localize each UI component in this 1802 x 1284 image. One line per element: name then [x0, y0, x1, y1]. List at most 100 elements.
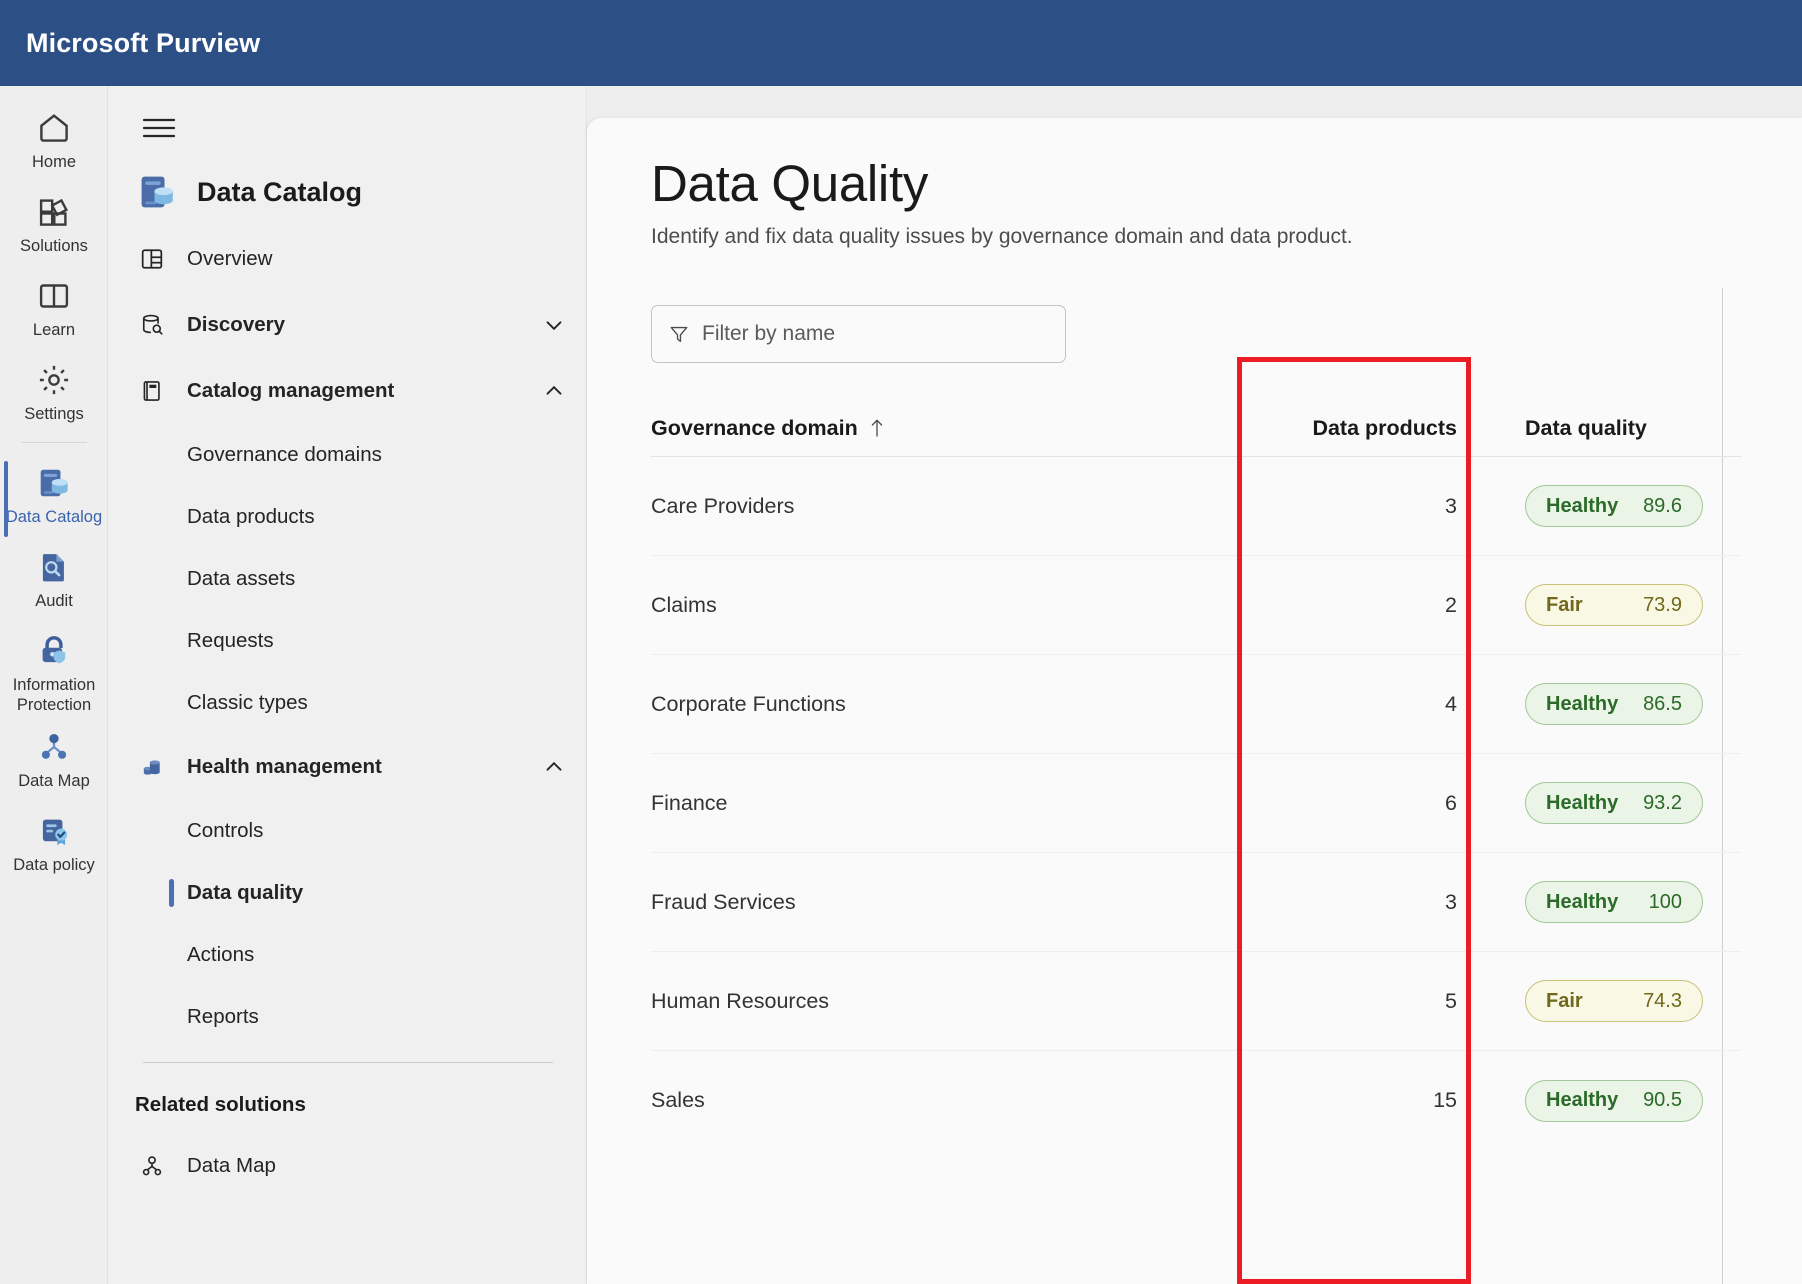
nav-label-overview: Overview: [187, 247, 272, 271]
nav-section-divider: [143, 1062, 553, 1063]
nav-header-label: Data Catalog: [197, 177, 362, 208]
table-row[interactable]: Claims 2 Fair 73.9: [651, 556, 1741, 655]
health-management-icon: [135, 753, 169, 781]
table-row[interactable]: Finance 6 Healthy 93.2: [651, 754, 1741, 853]
nav-item-list: Overview Discovery: [109, 226, 587, 1199]
chevron-down-icon[interactable]: [541, 312, 567, 338]
table-row[interactable]: Care Providers 3 Healthy 89.6: [651, 457, 1741, 556]
app-root: Microsoft Purview Home Solutions: [0, 0, 1802, 1284]
status-badge-score: 86.5: [1643, 693, 1682, 716]
rail-item-data-catalog[interactable]: Data Catalog: [0, 451, 108, 535]
nav-label-governance-domains: Governance domains: [187, 443, 382, 467]
nav-item-data-quality[interactable]: Data quality: [109, 862, 587, 924]
cell-data-quality: Healthy 90.5: [1491, 1080, 1741, 1122]
filter-placeholder: Filter by name: [702, 322, 835, 346]
nav-item-related-data-map[interactable]: Data Map: [109, 1133, 587, 1199]
cell-governance-domain: Fraud Services: [651, 890, 1171, 915]
status-badge[interactable]: Healthy 100: [1525, 881, 1703, 923]
table-row[interactable]: Fraud Services 3 Healthy 100: [651, 853, 1741, 952]
status-badge-score: 89.6: [1643, 495, 1682, 518]
rail-label-audit: Audit: [35, 591, 73, 611]
status-badge[interactable]: Fair 73.9: [1525, 584, 1703, 626]
nav-item-health-management[interactable]: Health management: [109, 734, 587, 800]
nav-item-reports[interactable]: Reports: [109, 986, 587, 1048]
status-badge-label: Fair: [1546, 594, 1583, 617]
nav-label-data-assets: Data assets: [187, 567, 295, 591]
learn-book-icon: [36, 276, 72, 316]
data-catalog-icon: [135, 170, 179, 214]
nav-item-controls[interactable]: Controls: [109, 800, 587, 862]
table-row[interactable]: Corporate Functions 4 Healthy 86.5: [651, 655, 1741, 754]
rail-label-home: Home: [32, 152, 76, 172]
nav-label-controls: Controls: [187, 819, 263, 843]
data-map-outline-icon: [135, 1153, 169, 1179]
status-badge-label: Healthy: [1546, 693, 1618, 716]
cell-data-products: 6: [1171, 791, 1491, 816]
column-header-data-products[interactable]: Data products: [1171, 416, 1491, 441]
rail-item-solutions[interactable]: Solutions: [0, 180, 108, 264]
cell-data-quality: Healthy 100: [1491, 881, 1741, 923]
nav-item-actions[interactable]: Actions: [109, 924, 587, 986]
rail-item-home[interactable]: Home: [0, 96, 108, 180]
chevron-up-icon[interactable]: [541, 754, 567, 780]
cell-data-quality: Fair 74.3: [1491, 980, 1741, 1022]
information-protection-icon: [36, 631, 72, 671]
status-badge-label: Healthy: [1546, 495, 1618, 518]
cell-governance-domain: Claims: [651, 593, 1171, 618]
cell-data-quality: Healthy 89.6: [1491, 485, 1741, 527]
chevron-up-icon[interactable]: [541, 378, 567, 404]
data-catalog-icon: [35, 463, 73, 503]
rail-item-learn[interactable]: Learn: [0, 264, 108, 348]
nav-item-requests[interactable]: Requests: [109, 610, 587, 672]
rail-label-data-policy: Data policy: [13, 855, 95, 875]
data-policy-icon: [36, 811, 72, 851]
cell-data-products: 2: [1171, 593, 1491, 618]
nav-label-related-data-map: Data Map: [187, 1154, 276, 1178]
audit-icon: [36, 547, 72, 587]
rail-label-solutions: Solutions: [20, 236, 88, 256]
left-icon-rail: Home Solutions Learn: [0, 86, 108, 1284]
rail-selection-indicator: [4, 461, 8, 537]
rail-item-information-protection[interactable]: Information Protection: [0, 619, 108, 715]
nav-item-catalog-management[interactable]: Catalog management: [109, 358, 587, 424]
nav-label-data-products: Data products: [187, 505, 315, 529]
rail-item-audit[interactable]: Audit: [0, 535, 108, 619]
rail-item-settings[interactable]: Settings: [0, 348, 108, 432]
status-badge[interactable]: Healthy 86.5: [1525, 683, 1703, 725]
status-badge-score: 90.5: [1643, 1089, 1682, 1112]
nav-label-requests: Requests: [187, 629, 274, 653]
rail-item-data-map[interactable]: Data Map: [0, 715, 108, 799]
nav-active-indicator: [169, 879, 174, 907]
filter-by-name-input[interactable]: Filter by name: [651, 305, 1066, 363]
overview-icon: [135, 246, 169, 272]
column-header-governance-domain[interactable]: Governance domain: [651, 416, 1171, 441]
nav-item-data-products[interactable]: Data products: [109, 486, 587, 548]
status-badge[interactable]: Fair 74.3: [1525, 980, 1703, 1022]
status-badge-score: 93.2: [1643, 792, 1682, 815]
nav-item-overview[interactable]: Overview: [109, 226, 587, 292]
cell-data-quality: Fair 73.9: [1491, 584, 1741, 626]
table-row[interactable]: Sales 15 Healthy 90.5: [651, 1051, 1741, 1150]
cell-data-quality: Healthy 86.5: [1491, 683, 1741, 725]
app-title: Microsoft Purview: [26, 28, 260, 59]
hamburger-icon[interactable]: [135, 104, 183, 152]
cell-governance-domain: Sales: [651, 1088, 1171, 1113]
nav-item-data-assets[interactable]: Data assets: [109, 548, 587, 610]
status-badge[interactable]: Healthy 93.2: [1525, 782, 1703, 824]
rail-label-data-map: Data Map: [18, 771, 90, 791]
status-badge[interactable]: Healthy 89.6: [1525, 485, 1703, 527]
status-badge[interactable]: Healthy 90.5: [1525, 1080, 1703, 1122]
nav-item-classic-types[interactable]: Classic types: [109, 672, 587, 734]
table-row[interactable]: Human Resources 5 Fair 74.3: [651, 952, 1741, 1051]
rail-item-data-policy[interactable]: Data policy: [0, 799, 108, 883]
nav-item-discovery[interactable]: Discovery: [109, 292, 587, 358]
cell-data-quality: Healthy 93.2: [1491, 782, 1741, 824]
cell-governance-domain: Human Resources: [651, 989, 1171, 1014]
nav-label-classic-types: Classic types: [187, 691, 308, 715]
sort-ascending-arrow-icon[interactable]: [868, 417, 886, 439]
nav-item-governance-domains[interactable]: Governance domains: [109, 424, 587, 486]
column-header-data-quality[interactable]: Data quality: [1491, 416, 1741, 441]
rail-label-data-catalog: Data Catalog: [6, 507, 102, 527]
status-badge-label: Healthy: [1546, 891, 1618, 914]
data-map-icon: [36, 727, 72, 767]
